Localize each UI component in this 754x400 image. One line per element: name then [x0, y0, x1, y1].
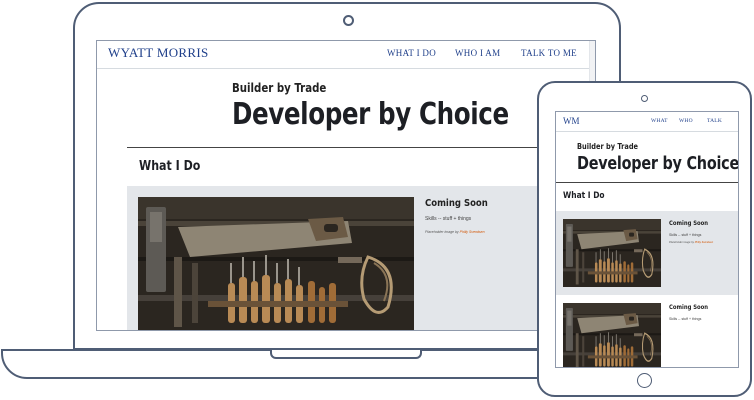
nav-what-i-do[interactable]: WHAT I DO — [387, 48, 436, 58]
project-card[interactable]: Coming Soon Skills -- stuff + things Pla… — [556, 211, 738, 295]
tablet-home-button — [637, 373, 652, 388]
card-body: Skills -- stuff + things — [669, 233, 702, 237]
credit-link[interactable]: Philly Svendsen — [695, 241, 713, 244]
hero-eyebrow: Builder by Trade — [232, 81, 327, 95]
card-title: Coming Soon — [425, 198, 488, 209]
tools-photo-image — [563, 303, 661, 368]
brand-logo[interactable]: WYATT MORRIS — [108, 45, 209, 61]
tools-photo-image — [563, 219, 661, 287]
credit-prefix: Placeholder image by — [669, 241, 694, 244]
laptop-camera — [343, 15, 354, 26]
site-navbar: WYATT MORRIS WHAT I DO WHO I AM TALK TO … — [97, 41, 595, 69]
project-card[interactable]: Coming Soon Skills -- stuff + things Pla… — [127, 186, 595, 331]
hero-eyebrow: Builder by Trade — [577, 142, 639, 151]
credit-prefix: Placeholder image by — [425, 230, 459, 234]
nav-who-i-am[interactable]: WHO I AM — [455, 48, 500, 58]
card-title: Coming Soon — [669, 304, 709, 311]
card-body: Skills -- stuff + things — [425, 216, 472, 222]
laptop-trackpad-notch — [270, 350, 422, 359]
section-title: What I Do — [563, 191, 605, 201]
divider — [556, 182, 738, 183]
card-body: Skills -- stuff + things — [669, 317, 702, 321]
credit-link[interactable]: Philly Svendsen — [460, 230, 485, 234]
nav-what[interactable]: WHAT — [651, 118, 668, 124]
section-title: What I Do — [139, 159, 201, 174]
nav-talk-to-me[interactable]: TALK TO ME — [521, 48, 577, 58]
divider — [127, 147, 567, 148]
hero-title: Developer by Choice — [232, 97, 509, 132]
site-navbar: WM WHAT WHO TALK — [556, 112, 738, 132]
card-credit: Placeholder image by Philly Svendsen — [669, 241, 713, 244]
tablet-camera — [641, 95, 648, 102]
nav-talk[interactable]: TALK — [707, 118, 722, 124]
hero-title: Developer by Choice — [577, 153, 739, 174]
card-credit: Placeholder image by Philly Svendsen — [425, 230, 485, 234]
project-card[interactable]: Coming Soon Skills -- stuff + things — [556, 295, 738, 368]
tools-photo-image — [138, 197, 414, 331]
brand-logo[interactable]: WM — [563, 116, 580, 126]
tablet-screen: WM WHAT WHO TALK Builder by Trade Develo… — [555, 111, 739, 368]
card-title: Coming Soon — [669, 220, 709, 227]
nav-who[interactable]: WHO — [679, 118, 693, 124]
laptop-screen: WYATT MORRIS WHAT I DO WHO I AM TALK TO … — [96, 40, 596, 331]
